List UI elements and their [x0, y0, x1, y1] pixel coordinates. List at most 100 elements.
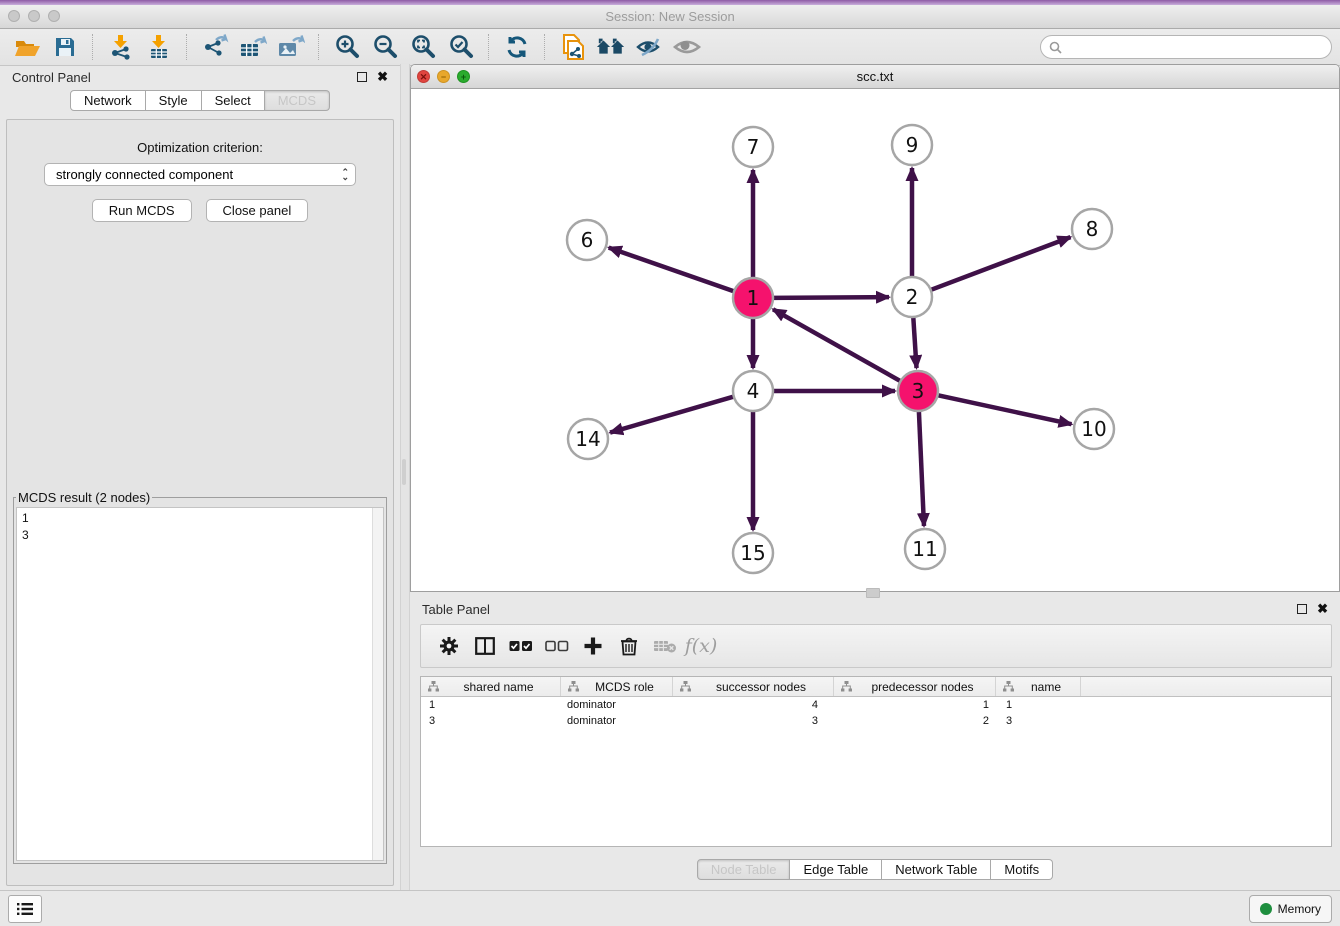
run-mcds-button[interactable]: Run MCDS — [92, 199, 192, 222]
table-header: shared nameMCDS role successor nodes prede… — [421, 677, 1331, 697]
show-panels-button[interactable] — [8, 895, 42, 923]
edge-2-3[interactable] — [913, 317, 916, 368]
network-minimize-button[interactable]: − — [437, 70, 450, 83]
node-label-3: 3 — [912, 379, 925, 403]
table-cell[interactable]: 3 — [673, 715, 834, 727]
zoom-in-button[interactable] — [332, 32, 362, 62]
column-header-name[interactable]: name — [996, 677, 1081, 696]
criterion-select[interactable]: strongly connected component ⌃⌄ — [44, 163, 356, 186]
table-cell[interactable]: dominator — [561, 699, 673, 711]
network-close-button[interactable]: ✕ — [417, 70, 430, 83]
mcds-tab-pane: Optimization criterion: strongly connect… — [6, 119, 394, 886]
table-row[interactable]: 1dominator411 — [421, 697, 1331, 713]
network-graph[interactable]: 7968124314101511 — [411, 89, 1340, 591]
edge-3-10[interactable] — [938, 395, 1072, 424]
close-panel-button[interactable]: Close panel — [206, 199, 309, 222]
zoom-fit-button[interactable] — [408, 32, 438, 62]
float-panel-icon[interactable] — [1297, 604, 1307, 614]
minimize-window-button[interactable] — [28, 10, 40, 22]
node-table[interactable]: shared nameMCDS role successor nodes prede… — [420, 676, 1332, 847]
add-column-button[interactable] — [575, 631, 611, 661]
close-panel-icon[interactable]: ✖ — [1317, 604, 1328, 614]
table-cell[interactable]: 1 — [834, 699, 996, 711]
tab-style[interactable]: Style — [146, 90, 202, 111]
control-panel-title: Control Panel — [12, 70, 91, 85]
search-input[interactable] — [1067, 39, 1323, 55]
edge-2-8[interactable] — [931, 237, 1071, 290]
memory-button[interactable]: Memory — [1249, 895, 1332, 923]
toolbar-separator — [488, 34, 490, 60]
zoom-window-button[interactable] — [48, 10, 60, 22]
table-cell[interactable]: 3 — [996, 715, 1081, 727]
toolbar-separator — [92, 34, 94, 60]
table-cell[interactable]: 4 — [673, 699, 834, 711]
result-scrollbar[interactable] — [372, 508, 383, 860]
vertical-splitter[interactable] — [400, 64, 410, 890]
table-settings-button[interactable] — [431, 631, 467, 661]
control-panel-tabs: NetworkStyleSelectMCDS — [0, 90, 400, 111]
table-row[interactable]: 3dominator323 — [421, 713, 1331, 729]
mcds-result-box[interactable]: 1 3 — [16, 507, 384, 861]
network-maximize-button[interactable]: + — [457, 70, 470, 83]
select-all-button[interactable] — [503, 631, 539, 661]
table-cell[interactable]: 1 — [996, 699, 1081, 711]
table-cell[interactable]: 1 — [421, 699, 561, 711]
column-header-mcds-role[interactable]: MCDS role — [561, 677, 673, 696]
tab-network-table[interactable]: Network Table — [882, 859, 991, 880]
table-cell[interactable]: dominator — [561, 715, 673, 727]
apply-layout-button[interactable] — [502, 32, 532, 62]
tab-motifs[interactable]: Motifs — [991, 859, 1053, 880]
hide-selected-button[interactable] — [634, 32, 664, 62]
close-panel-icon[interactable]: ✖ — [377, 72, 388, 82]
open-folder-icon — [14, 35, 41, 59]
network-window-titlebar[interactable]: ✕ − + scc.txt — [411, 65, 1339, 89]
table-cell[interactable]: 3 — [421, 715, 561, 727]
search-field[interactable] — [1040, 35, 1332, 59]
export-network-button[interactable] — [200, 32, 230, 62]
edge-4-14[interactable] — [610, 397, 734, 433]
tab-edge-table[interactable]: Edge Table — [790, 859, 882, 880]
first-neighbors-button[interactable] — [596, 32, 626, 62]
table-body: 1dominator4113dominator323 — [421, 697, 1331, 729]
edge-3-11[interactable] — [919, 411, 924, 526]
tab-node-table[interactable]: Node Table — [697, 859, 791, 880]
open-session-button[interactable] — [12, 32, 42, 62]
horizontal-splitter[interactable] — [410, 592, 1340, 596]
node-label-7: 7 — [747, 135, 760, 159]
zoom-selected-button[interactable] — [446, 32, 476, 62]
status-bar: Memory — [0, 890, 1340, 926]
export-table-icon — [239, 34, 267, 60]
tab-select[interactable]: Select — [202, 90, 265, 111]
zoom-out-button[interactable] — [370, 32, 400, 62]
edge-1-6[interactable] — [609, 248, 734, 292]
column-header-shared-name[interactable]: shared name — [421, 677, 561, 696]
memory-status-icon — [1260, 903, 1272, 915]
tab-mcds[interactable]: MCDS — [265, 90, 330, 111]
table-cell[interactable]: 2 — [834, 715, 996, 727]
close-window-button[interactable] — [8, 10, 20, 22]
column-label: successor nodes — [693, 680, 829, 694]
column-header-predecessor-nodes[interactable]: predecessor nodes — [834, 677, 996, 696]
edge-1-2[interactable] — [773, 297, 889, 298]
duplicate-network-button[interactable] — [558, 32, 588, 62]
node-label-10: 10 — [1081, 417, 1106, 441]
splitter-handle[interactable] — [402, 459, 406, 485]
save-session-button[interactable] — [50, 32, 80, 62]
import-network-button[interactable] — [106, 32, 136, 62]
edge-3-1[interactable] — [773, 309, 901, 381]
duplicate-network-icon — [560, 33, 586, 61]
column-header-successor-nodes[interactable]: successor nodes — [673, 677, 834, 696]
select-stepper-icon: ⌃⌄ — [341, 170, 349, 180]
tab-network[interactable]: Network — [70, 90, 146, 111]
network-canvas[interactable]: 7968124314101511 — [411, 89, 1339, 591]
float-panel-icon[interactable] — [357, 72, 367, 82]
zoom-out-icon — [372, 34, 398, 60]
deselect-all-button[interactable] — [539, 631, 575, 661]
mcds-result-text: 1 3 — [17, 508, 383, 546]
export-image-button[interactable] — [276, 32, 306, 62]
import-table-button[interactable] — [144, 32, 174, 62]
splitter-handle[interactable] — [866, 588, 880, 598]
show-columns-button[interactable] — [467, 631, 503, 661]
export-table-button[interactable] — [238, 32, 268, 62]
delete-columns-button[interactable] — [611, 631, 647, 661]
